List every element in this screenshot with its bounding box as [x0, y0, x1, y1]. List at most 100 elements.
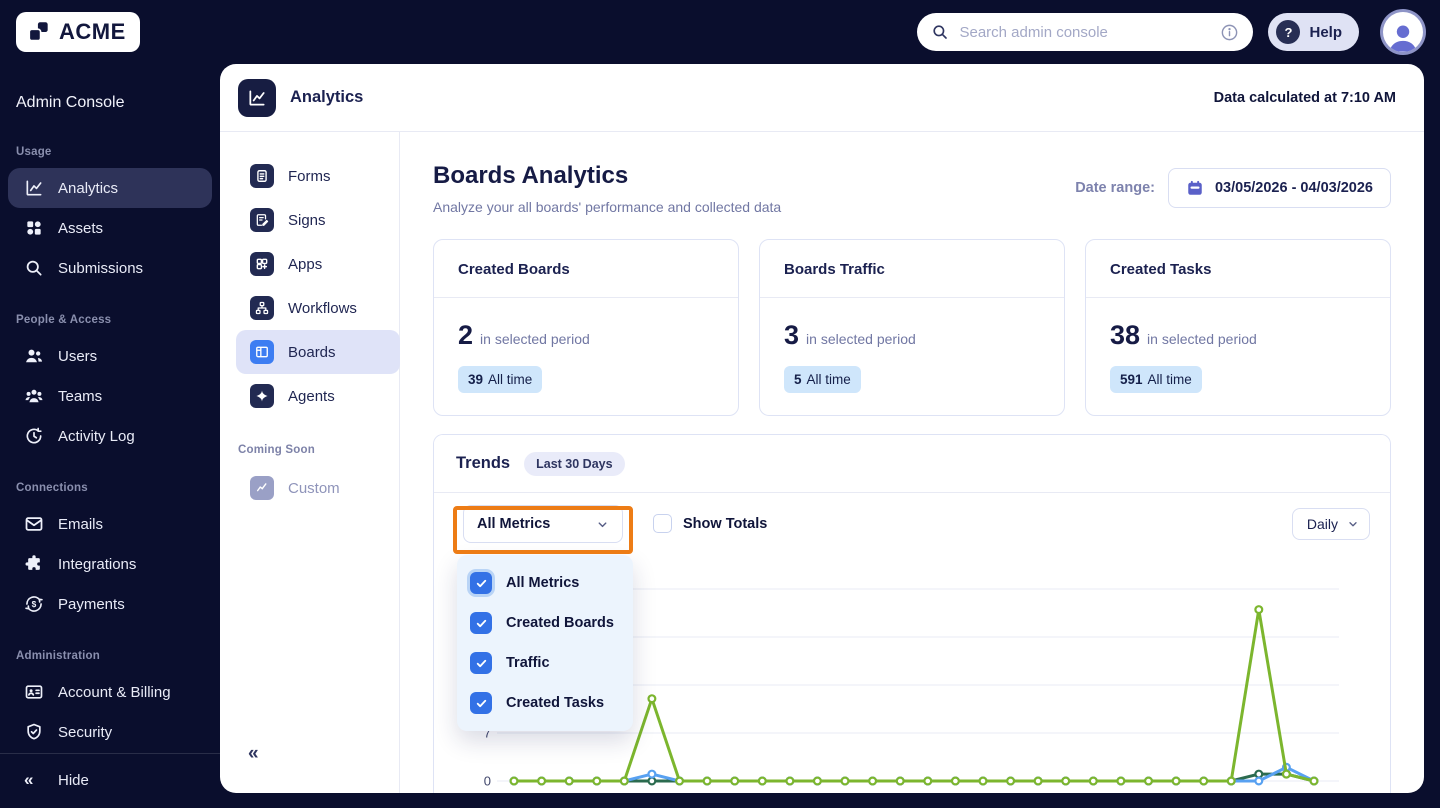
help-button[interactable]: ? Help — [1268, 13, 1359, 51]
clock-history-icon — [24, 426, 44, 446]
puzzle-icon — [24, 554, 44, 574]
stat-value: 38 — [1110, 320, 1141, 350]
hide-sidebar-button[interactable]: « Hide — [8, 760, 212, 800]
sparkle-icon — [250, 384, 274, 408]
sidebar-item-assets[interactable]: Assets — [8, 208, 212, 248]
analytics-header: Analytics Data calculated at 7:10 AM — [220, 64, 1424, 132]
show-totals-toggle[interactable]: Show Totals — [653, 514, 767, 533]
kanban-board-icon — [250, 340, 274, 364]
sidebar-item-security[interactable]: Security — [8, 712, 212, 752]
stat-value: 2 — [458, 320, 474, 350]
custom-chart-icon — [250, 476, 274, 500]
chevron-down-icon — [596, 518, 609, 531]
all-time-badge: 39 All time — [458, 366, 543, 393]
section-label-people-access: People & Access — [16, 314, 112, 326]
boards-analytics-content: Boards Analytics Analyze your all boards… — [400, 132, 1424, 793]
subnav-item-signs[interactable]: Signs — [236, 198, 400, 242]
users-icon — [24, 346, 44, 366]
search-icon — [24, 258, 44, 278]
checkbox-checked-icon[interactable] — [470, 572, 492, 594]
analytics-app-icon — [238, 78, 276, 117]
checkbox-checked-icon[interactable] — [470, 692, 492, 714]
dropdown-option-created-tasks[interactable]: Created Tasks — [457, 683, 633, 723]
subnav-item-workflows[interactable]: Workflows — [236, 286, 400, 330]
section-label-connections: Connections — [16, 482, 88, 494]
stat-card-boards-traffic: Boards Traffic 3 in selected period 5 All… — [759, 239, 1065, 416]
id-card-icon — [24, 682, 44, 702]
workflow-icon — [250, 296, 274, 320]
sidebar-item-users[interactable]: Users — [8, 336, 212, 376]
trends-controls: All Metrics Show Totals Daily — [434, 493, 1390, 555]
dollar-refresh-icon: $ — [24, 594, 44, 614]
stat-card-created-boards: Created Boards 2 in selected period 39 Al… — [433, 239, 739, 416]
sidebar-item-payments[interactable]: $ Payments — [8, 584, 212, 624]
subnav-item-apps[interactable]: Apps — [236, 242, 400, 286]
stat-cards-row: Created Boards 2 in selected period 39 Al… — [433, 239, 1391, 416]
subnav-item-forms[interactable]: Forms — [236, 154, 400, 198]
sidebar-item-activity-log[interactable]: Activity Log — [8, 416, 212, 456]
mail-icon — [24, 514, 44, 534]
checkbox-checked-icon[interactable] — [470, 612, 492, 634]
acme-logo[interactable]: ACME — [16, 12, 140, 52]
checkbox-checked-icon[interactable] — [470, 652, 492, 674]
sidebar-item-emails[interactable]: Emails — [8, 504, 212, 544]
stat-card-created-tasks: Created Tasks 38 in selected period 591 A… — [1085, 239, 1391, 416]
logo-text: ACME — [59, 19, 126, 44]
sidebar-item-integrations[interactable]: Integrations — [8, 544, 212, 584]
sidebar-item-submissions[interactable]: Submissions — [8, 248, 212, 288]
sidebar-title: Admin Console — [16, 94, 125, 111]
trends-card: 0 7 March 5, 2026 March 10, 2026 March 15, 2… — [433, 434, 1391, 793]
acme-logo-icon — [26, 19, 52, 45]
topbar: ACME ? Help — [0, 0, 1440, 64]
subnav-item-agents[interactable]: Agents — [236, 374, 400, 418]
user-avatar[interactable] — [1383, 12, 1423, 52]
all-time-badge: 5 All time — [784, 366, 861, 393]
date-range-label: Date range: — [1075, 180, 1155, 196]
interval-dropdown[interactable]: Daily — [1291, 508, 1370, 540]
date-range-value: 03/05/2026 - 04/03/2026 — [1214, 180, 1373, 196]
data-calculated-text: Data calculated at 7:10 AM — [1213, 89, 1396, 106]
stat-value: 3 — [784, 320, 800, 350]
sidebar-item-account-billing[interactable]: Account & Billing — [8, 672, 212, 712]
search-input[interactable] — [959, 23, 1211, 41]
collapse-subnav-icon[interactable]: « — [248, 744, 259, 763]
apps-grid-icon — [250, 252, 274, 276]
team-icon — [24, 386, 44, 406]
signature-doc-icon — [250, 208, 274, 232]
person-icon — [1389, 25, 1417, 52]
date-range-picker[interactable]: 03/05/2026 - 04/03/2026 — [1167, 168, 1391, 208]
metrics-dropdown-menu: All Metrics Created Boards Traffic Creat… — [457, 555, 633, 731]
svg-text:0: 0 — [484, 774, 491, 789]
dropdown-option-created-boards[interactable]: Created Boards — [457, 603, 633, 643]
shield-check-icon — [24, 722, 44, 742]
calendar-icon — [1186, 179, 1204, 197]
info-icon[interactable] — [1220, 23, 1239, 42]
app-title: Analytics — [290, 88, 364, 106]
section-label-usage: Usage — [16, 146, 52, 158]
last-30-days-badge: Last 30 Days — [524, 451, 625, 476]
main-panel: Analytics Data calculated at 7:10 AM For… — [220, 64, 1424, 793]
chevron-down-icon — [1347, 518, 1359, 530]
subnav-item-boards[interactable]: Boards — [236, 330, 400, 374]
question-icon: ? — [1276, 20, 1301, 44]
sidebar-item-teams[interactable]: Teams — [8, 376, 212, 416]
sidebar: Admin Console Usage Analytics Assets Sub… — [0, 64, 220, 808]
shapes-grid-icon — [24, 218, 44, 238]
admin-search — [917, 13, 1254, 51]
search-icon — [931, 23, 949, 41]
trends-header: Trends Last 30 Days — [434, 435, 1390, 493]
metrics-dropdown[interactable]: All Metrics — [463, 505, 623, 543]
subnav-item-custom: Custom — [236, 466, 400, 510]
dropdown-option-all-metrics[interactable]: All Metrics — [457, 563, 633, 603]
page-title: Boards Analytics — [433, 162, 629, 189]
show-totals-checkbox[interactable] — [653, 514, 672, 533]
coming-soon-label: Coming Soon — [238, 444, 315, 456]
section-label-administration: Administration — [16, 650, 100, 662]
chevrons-left-icon: « — [24, 770, 34, 789]
dropdown-option-traffic[interactable]: Traffic — [457, 643, 633, 683]
sidebar-item-analytics[interactable]: Analytics — [8, 168, 212, 208]
chart-line-icon — [24, 178, 44, 198]
all-time-badge: 591 All time — [1110, 366, 1202, 393]
sidebar-footer: « Hide — [0, 753, 220, 808]
page-subtitle: Analyze your all boards' performance and… — [433, 199, 782, 215]
